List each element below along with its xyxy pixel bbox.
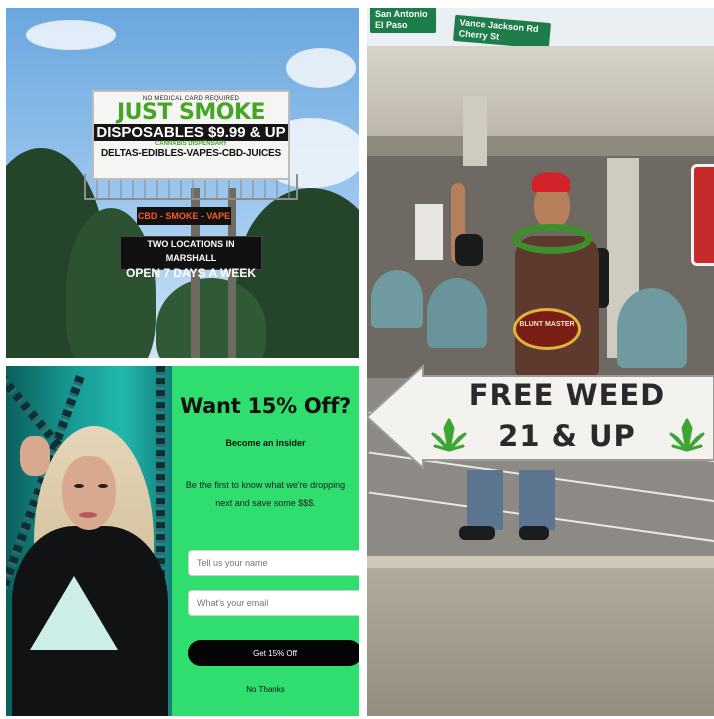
name-input[interactable]: [188, 550, 359, 576]
billboard-offer: DISPOSABLES $9.99 & UP: [94, 124, 288, 141]
cbd-smoke-vape-sign: CBD - SMOKE - VAPE: [137, 207, 231, 225]
promo-popup-screenshot: Want 15% Off? Become an insider Be the f…: [6, 366, 359, 716]
shirt-sleeve: [455, 234, 483, 266]
street-sign-back: [415, 204, 443, 260]
billboard-subhead: CANNABIS DISPENSARY: [154, 141, 228, 147]
hoodie-logo: [30, 576, 118, 650]
face: [62, 456, 116, 530]
billboard-headline: JUST SMOKE: [116, 100, 266, 125]
overpass-edge: [367, 136, 714, 156]
eye: [98, 484, 108, 488]
free-weed-text: FREE WEED: [468, 378, 666, 412]
lips: [79, 512, 97, 518]
hand: [20, 436, 50, 476]
costume-torso: [515, 236, 599, 376]
green-lei: [512, 224, 592, 254]
locations-line1: TWO LOCATIONS IN MARSHALL: [147, 239, 235, 263]
overpass-column: [463, 96, 487, 166]
agave-plant: [371, 270, 423, 328]
agave-plant: [617, 288, 687, 368]
no-thanks-button[interactable]: No Thanks: [172, 684, 359, 695]
curb-top: [367, 556, 714, 568]
email-input[interactable]: [188, 590, 359, 616]
popup-body: Be the first to know what we're dropping…: [185, 480, 346, 508]
jeans: [467, 470, 503, 530]
shoe: [459, 526, 495, 540]
model-photo: [6, 366, 172, 716]
highway-sign-left: San Antonio El Paso: [369, 8, 437, 34]
locations-sign: TWO LOCATIONS IN MARSHALL OPEN 7 DAYS A …: [120, 236, 262, 280]
jeans: [519, 470, 555, 530]
billboard: NO MEDICAL CARD REQUIRED JUST SMOKE DISP…: [92, 90, 290, 180]
red-cap: [532, 172, 570, 192]
blunt-master-badge: BLUNT MASTER: [513, 308, 581, 350]
popup-title: Want 15% Off?: [180, 394, 351, 418]
signup-popup: Want 15% Off? Become an insider Be the f…: [172, 366, 359, 716]
billboard-products: DELTAS-EDIBLES-VAPES-CBD-JUICES: [101, 148, 281, 159]
street-photo: San Antonio El Paso Vance Jackson Rd Che…: [367, 8, 714, 716]
tree: [66, 208, 156, 358]
stop-sign: [691, 164, 714, 266]
overpass: [367, 46, 714, 136]
cloud: [286, 48, 356, 88]
age-requirement-text: 21 & UP: [498, 419, 636, 453]
cloud: [26, 20, 116, 50]
get-discount-button[interactable]: Get 15% Off: [188, 640, 359, 666]
eye: [74, 484, 84, 488]
shoe: [519, 526, 549, 540]
curb-wall: [367, 556, 714, 716]
arrow-sign-text: FREE WEED 21 & UP: [427, 374, 707, 456]
billboard-photo: NO MEDICAL CARD REQUIRED JUST SMOKE DISP…: [6, 8, 359, 358]
popup-subtitle: Become an insider: [225, 438, 306, 448]
agave-plant: [427, 278, 487, 348]
locations-line2: OPEN 7 DAYS A WEEK: [125, 266, 257, 280]
